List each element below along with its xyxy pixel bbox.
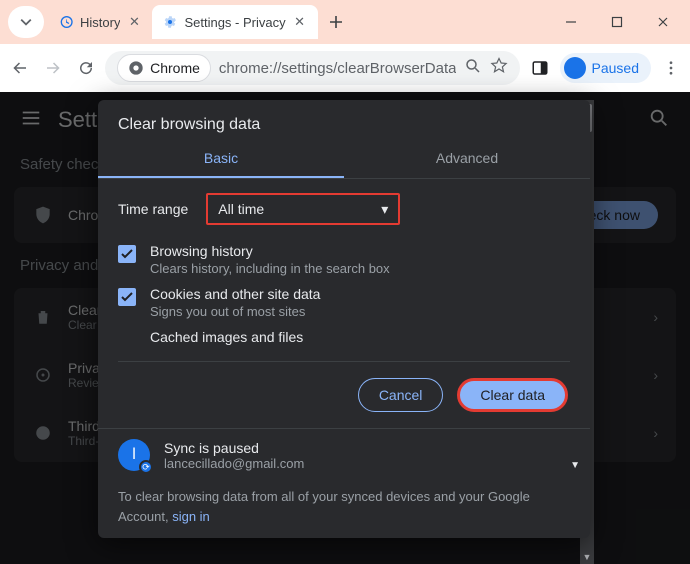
checkbox[interactable] — [118, 288, 136, 306]
shield-icon — [32, 204, 54, 226]
clear-data-button[interactable]: Clear data — [457, 378, 568, 412]
forward-button[interactable] — [39, 50, 66, 86]
chrome-logo-icon — [128, 60, 144, 76]
chevron-right-icon: › — [653, 309, 658, 325]
close-icon[interactable]: ✕ — [126, 14, 142, 30]
minimize-button[interactable] — [548, 0, 594, 44]
sync-paused-badge-icon: ⟳ — [139, 460, 153, 474]
site-chip[interactable]: Chrome — [117, 54, 211, 82]
close-icon[interactable]: ✕ — [292, 14, 308, 30]
dialog-tabs: Basic Advanced — [98, 140, 590, 179]
sign-in-link[interactable]: sign in — [172, 509, 210, 524]
url-text: chrome://settings/clearBrowserData — [219, 60, 457, 77]
tab-advanced[interactable]: Advanced — [344, 140, 590, 178]
maximize-button[interactable] — [594, 0, 640, 44]
chevron-right-icon: › — [653, 367, 658, 383]
checkbox-row-history: Browsing historyClears history, includin… — [118, 243, 570, 276]
trash-icon — [32, 306, 54, 328]
search-icon[interactable] — [648, 107, 670, 134]
plus-icon — [329, 15, 343, 29]
profile-label: Paused — [592, 60, 639, 76]
history-icon — [58, 14, 74, 30]
sync-email: lancecillado@gmail.com — [164, 456, 304, 471]
cookie-icon — [32, 422, 54, 444]
chip-label: Chrome — [150, 60, 200, 76]
window-controls — [548, 0, 686, 44]
check-icon — [120, 290, 134, 304]
gear-icon — [162, 14, 178, 30]
checkbox[interactable] — [118, 245, 136, 263]
dialog-actions: Cancel Clear data — [98, 362, 590, 428]
scroll-down-icon[interactable]: ▼ — [582, 552, 592, 562]
kebab-menu-button[interactable] — [657, 50, 684, 86]
browser-toolbar: Chrome chrome://settings/clearBrowserDat… — [0, 44, 690, 92]
cancel-button[interactable]: Cancel — [358, 378, 444, 412]
chevron-right-icon: › — [653, 425, 658, 441]
checkbox-row-cache: Cached images and files — [118, 329, 570, 349]
dialog-footer: To clear browsing data from all of your … — [98, 479, 590, 538]
new-tab-button[interactable] — [322, 8, 350, 36]
chevron-down-icon — [20, 16, 32, 28]
zoom-icon[interactable] — [464, 57, 482, 80]
hamburger-icon[interactable] — [20, 107, 42, 134]
tab-label: Settings - Privacy — [184, 15, 285, 30]
caret-down-icon: ▾ — [381, 201, 388, 218]
reload-button[interactable] — [72, 50, 99, 86]
time-range-label: Time range — [118, 201, 188, 217]
time-range-select[interactable]: All time ▾ — [206, 193, 400, 225]
avatar-icon — [564, 57, 586, 79]
check-icon — [120, 247, 134, 261]
tab-basic[interactable]: Basic — [98, 140, 344, 178]
search-tabs-button[interactable] — [8, 6, 44, 38]
side-panel-button[interactable] — [526, 50, 553, 86]
omnibox[interactable]: Chrome chrome://settings/clearBrowserDat… — [105, 51, 520, 85]
tab-label: History — [80, 15, 120, 30]
select-value: All time — [218, 201, 264, 217]
tab-settings[interactable]: Settings - Privacy ✕ — [152, 5, 317, 39]
time-range-field: Time range All time ▾ — [118, 193, 570, 225]
browser-tab-strip: History ✕ Settings - Privacy ✕ — [0, 0, 690, 44]
scroll-down-icon[interactable]: ▼ — [570, 460, 580, 471]
tab-history[interactable]: History ✕ — [48, 5, 152, 39]
sync-title: Sync is paused — [164, 440, 304, 456]
dialog-title: Clear browsing data — [98, 100, 590, 140]
avatar: l ⟳ — [118, 439, 150, 471]
bookmark-icon[interactable] — [490, 57, 508, 80]
close-window-button[interactable] — [640, 0, 686, 44]
back-button[interactable] — [6, 50, 33, 86]
clear-browsing-data-dialog: Clear browsing data Basic Advanced Time … — [98, 100, 590, 538]
profile-button[interactable]: Paused — [560, 53, 651, 83]
checkbox-row-cookies: Cookies and other site dataSigns you out… — [118, 286, 570, 319]
sync-status-row: l ⟳ Sync is paused lancecillado@gmail.co… — [98, 428, 590, 479]
tune-icon — [32, 364, 54, 386]
